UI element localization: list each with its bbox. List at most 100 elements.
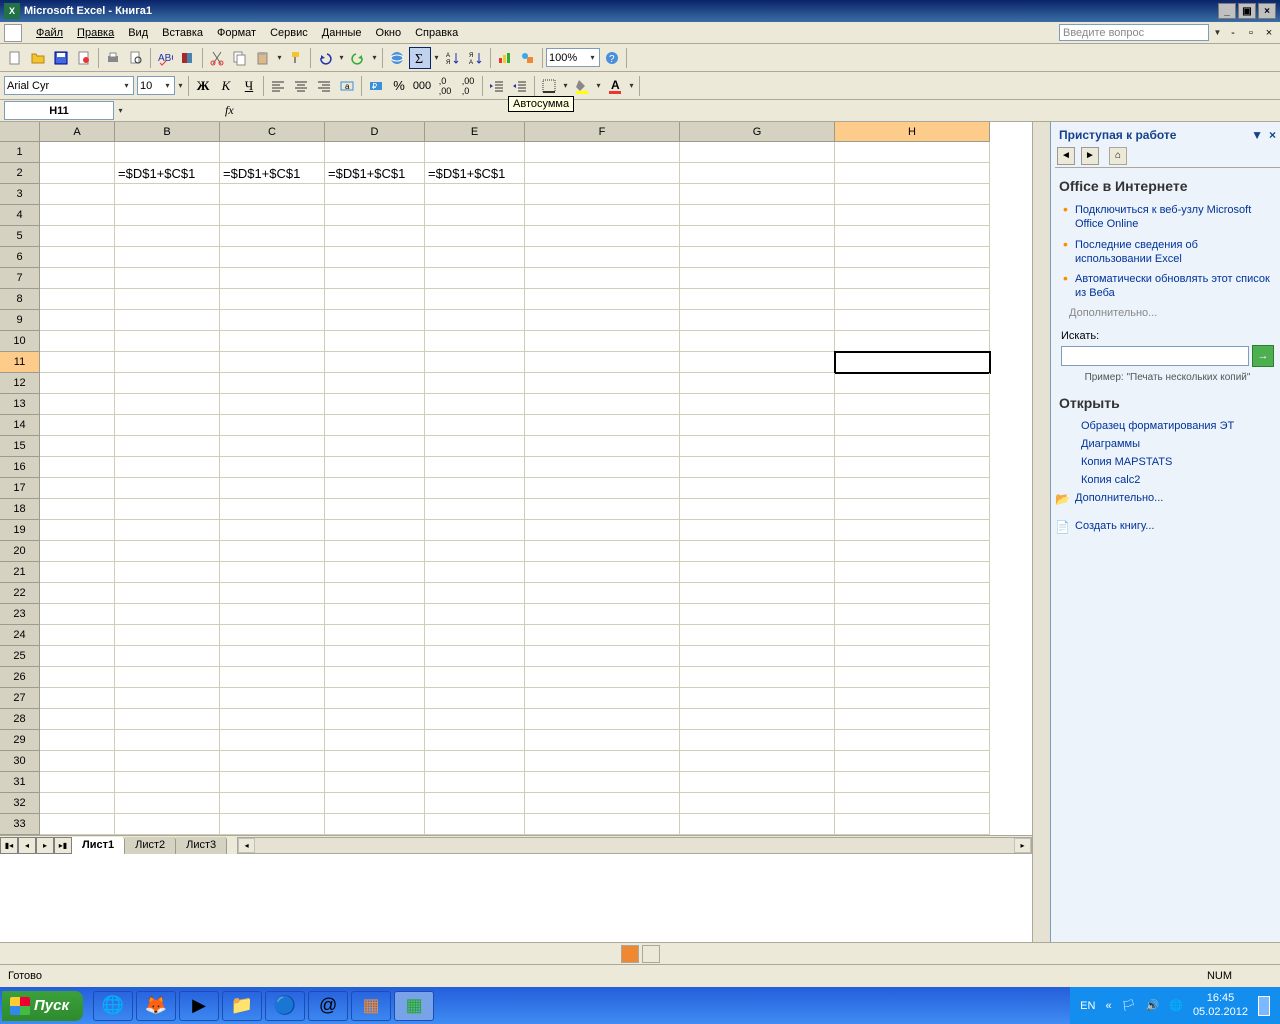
cell[interactable]: [680, 604, 835, 625]
cell[interactable]: [525, 751, 680, 772]
cell[interactable]: [40, 289, 115, 310]
cell[interactable]: [425, 205, 525, 226]
cell[interactable]: [115, 688, 220, 709]
app-icon[interactable]: [4, 24, 22, 42]
cell[interactable]: [325, 436, 425, 457]
cell[interactable]: [425, 814, 525, 835]
cell[interactable]: [325, 625, 425, 646]
cell[interactable]: [835, 373, 990, 394]
undo-dropdown-icon[interactable]: ▾: [337, 53, 346, 62]
cell[interactable]: [425, 667, 525, 688]
cell[interactable]: [680, 709, 835, 730]
cell[interactable]: [325, 478, 425, 499]
taskpane-search-button[interactable]: →: [1252, 345, 1274, 367]
cell[interactable]: [425, 478, 525, 499]
taskpane-create-workbook[interactable]: Создать книгу...: [1055, 517, 1280, 535]
cell[interactable]: [680, 226, 835, 247]
increase-indent-button[interactable]: [509, 75, 531, 97]
cell[interactable]: [220, 205, 325, 226]
drawing-icon[interactable]: [621, 945, 639, 963]
cell[interactable]: [325, 331, 425, 352]
cell[interactable]: [680, 142, 835, 163]
vertical-scrollbar[interactable]: [1032, 122, 1050, 942]
cell[interactable]: [425, 583, 525, 604]
cell[interactable]: [115, 646, 220, 667]
cell[interactable]: [425, 184, 525, 205]
align-center-button[interactable]: [290, 75, 312, 97]
cell[interactable]: [525, 520, 680, 541]
taskbar-app-mail[interactable]: @: [308, 991, 348, 1021]
taskpane-more-files[interactable]: Дополнительно...: [1055, 489, 1280, 507]
cell[interactable]: [40, 625, 115, 646]
cell[interactable]: [835, 457, 990, 478]
row-header[interactable]: 29: [0, 730, 40, 751]
font-dropdown-icon[interactable]: ▾: [122, 81, 131, 90]
cell[interactable]: [115, 814, 220, 835]
cell[interactable]: [220, 394, 325, 415]
start-button[interactable]: Пуск: [2, 991, 83, 1021]
cell[interactable]: [525, 352, 680, 373]
bold-button[interactable]: Ж: [192, 75, 214, 97]
sheet-tab[interactable]: Лист3: [176, 837, 227, 854]
row-header[interactable]: 20: [0, 541, 40, 562]
cell[interactable]: [40, 352, 115, 373]
cell[interactable]: [325, 226, 425, 247]
row-header[interactable]: 25: [0, 646, 40, 667]
cell[interactable]: [835, 184, 990, 205]
tray-desktop-icon[interactable]: [1258, 996, 1270, 1016]
cell[interactable]: [680, 814, 835, 835]
cell[interactable]: [835, 226, 990, 247]
fontcolor-dropdown-icon[interactable]: ▾: [627, 81, 636, 90]
cell[interactable]: [425, 457, 525, 478]
font-options-icon[interactable]: ▾: [176, 81, 185, 90]
cell[interactable]: [115, 184, 220, 205]
cell[interactable]: [525, 772, 680, 793]
cell[interactable]: [220, 541, 325, 562]
cell[interactable]: [525, 394, 680, 415]
cell[interactable]: [525, 331, 680, 352]
cell[interactable]: [425, 541, 525, 562]
cell[interactable]: [525, 562, 680, 583]
cell[interactable]: [220, 688, 325, 709]
cell[interactable]: [835, 436, 990, 457]
cell[interactable]: [115, 331, 220, 352]
cell[interactable]: [325, 583, 425, 604]
taskbar-app-firefox[interactable]: 🦊: [136, 991, 176, 1021]
cell[interactable]: [115, 499, 220, 520]
cell[interactable]: [525, 205, 680, 226]
cell[interactable]: [40, 373, 115, 394]
cell[interactable]: [325, 541, 425, 562]
fill-color-button[interactable]: [571, 75, 593, 97]
cell[interactable]: [525, 289, 680, 310]
cell[interactable]: [220, 793, 325, 814]
cell[interactable]: [325, 793, 425, 814]
taskpane-forward-button[interactable]: ►: [1081, 147, 1099, 165]
spreadsheet-grid[interactable]: ABCDEFGH 12=$D$1+$C$1=$D$1+$C$1=$D$1+$C$…: [0, 122, 1032, 942]
cell[interactable]: [835, 772, 990, 793]
doc-minimize-button[interactable]: -: [1226, 27, 1240, 39]
row-header[interactable]: 4: [0, 205, 40, 226]
row-header[interactable]: 30: [0, 751, 40, 772]
copy-button[interactable]: [229, 47, 251, 69]
row-header[interactable]: 8: [0, 289, 40, 310]
sort-desc-button[interactable]: ЯА: [465, 47, 487, 69]
cell[interactable]: [115, 562, 220, 583]
column-header[interactable]: D: [325, 122, 425, 142]
first-sheet-button[interactable]: ▮◂: [0, 837, 18, 854]
minimize-button[interactable]: _: [1218, 3, 1236, 19]
menu-tools[interactable]: Сервис: [264, 25, 314, 41]
cell[interactable]: [680, 499, 835, 520]
cell[interactable]: [40, 226, 115, 247]
align-left-button[interactable]: [267, 75, 289, 97]
cell[interactable]: [525, 163, 680, 184]
cell[interactable]: [425, 373, 525, 394]
close-button[interactable]: ×: [1258, 3, 1276, 19]
cell[interactable]: [220, 583, 325, 604]
cell[interactable]: [525, 373, 680, 394]
underline-button[interactable]: Ч: [238, 75, 260, 97]
help-button[interactable]: ?: [601, 47, 623, 69]
cell[interactable]: [40, 142, 115, 163]
cell[interactable]: [835, 709, 990, 730]
cell[interactable]: [680, 247, 835, 268]
cell[interactable]: [680, 457, 835, 478]
